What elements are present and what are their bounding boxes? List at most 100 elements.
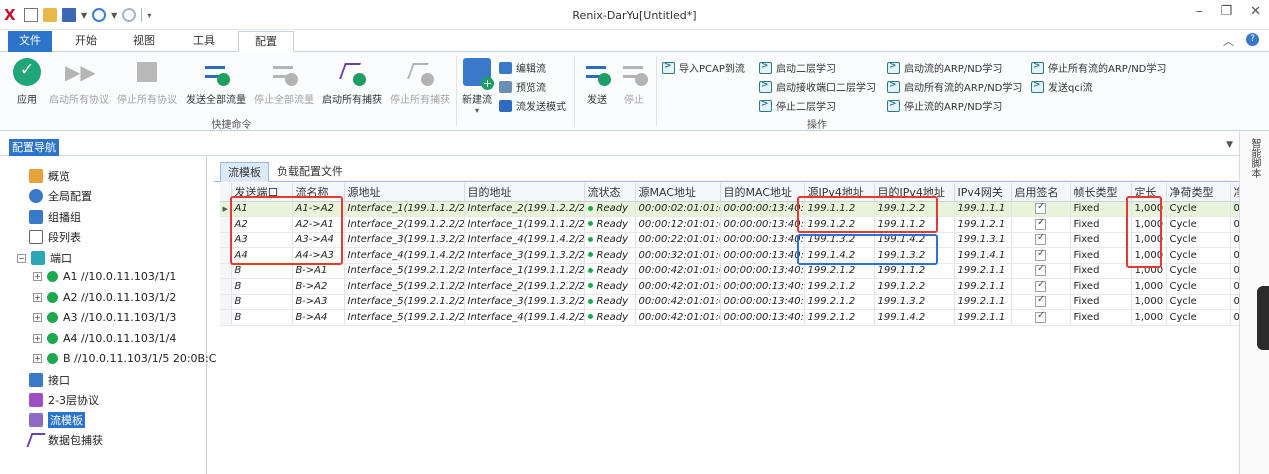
table-cell[interactable] <box>1011 294 1071 310</box>
table-cell[interactable]: Fixed <box>1070 232 1132 248</box>
table-cell[interactable]: Ready <box>584 309 636 326</box>
table-cell[interactable]: Interface_1(199.1.1.2/24) <box>344 201 465 217</box>
table-row[interactable]: B B->A3 Interface_5(199.2.1.2/24) Interface… <box>220 294 1239 310</box>
tab-load-profile[interactable]: 负载配置文件 <box>270 162 350 182</box>
table-cell[interactable] <box>1011 216 1071 233</box>
table-cell[interactable] <box>1011 309 1071 326</box>
table-cell[interactable]: 0 <box>1230 232 1239 248</box>
table-cell[interactable]: 199.2.1.2 <box>804 309 875 326</box>
column-header[interactable]: 源MAC地址 <box>635 183 721 202</box>
start-stream-arp-button[interactable]: 启动流的ARP/ND学习 <box>887 60 1002 75</box>
signature-checkbox[interactable] <box>1035 294 1046 307</box>
table-cell[interactable]: Fixed <box>1070 263 1132 279</box>
send-qci-button[interactable]: 发送qci流 <box>1031 79 1093 94</box>
tab-tools[interactable]: 工具 <box>180 31 228 52</box>
table-cell[interactable]: 0 <box>1230 247 1239 264</box>
stop-l2-learn-button[interactable]: 停止二层学习 <box>759 98 836 113</box>
table-cell[interactable]: 00:00:00:13:40:20 <box>720 201 805 217</box>
table-cell[interactable] <box>1011 263 1071 279</box>
send-all-traffic-button[interactable]: 发送全部流量 <box>183 58 249 106</box>
table-cell[interactable]: Fixed <box>1070 294 1132 310</box>
row-indicator[interactable] <box>220 278 232 295</box>
table-cell[interactable] <box>1011 201 1071 217</box>
table-cell[interactable]: Ready <box>584 294 636 310</box>
panel-handle[interactable] <box>1257 286 1269 350</box>
table-cell[interactable]: Fixed <box>1070 201 1132 217</box>
expand-toggle-icon[interactable]: + <box>33 293 42 302</box>
tab-start[interactable]: 开始 <box>62 31 110 52</box>
stop-all-traffic-button[interactable]: 停止全部流量 <box>251 58 317 106</box>
table-cell[interactable]: 0 <box>1230 263 1239 279</box>
stop-all-protocols-button[interactable]: 停止所有协议 <box>114 58 180 106</box>
table-cell[interactable]: Interface_4(199.1.4.2/24) <box>464 232 585 248</box>
stop-stream-arp-button[interactable]: 停止流的ARP/ND学习 <box>887 98 1002 113</box>
table-cell[interactable]: 0 <box>1230 201 1239 217</box>
table-cell[interactable]: 00:00:42:01:01:02 <box>635 263 721 279</box>
preview-stream-button[interactable]: 预览流 <box>499 79 546 94</box>
table-cell[interactable]: 00:00:00:13:40:20 <box>720 247 805 264</box>
table-cell[interactable]: 00:00:42:01:01:02 <box>635 294 721 310</box>
collapse-ribbon-icon[interactable]: ︿ <box>1223 33 1234 49</box>
table-cell[interactable]: B->A4 <box>292 309 345 326</box>
tab-stream-template[interactable]: 流模板 <box>220 162 269 182</box>
table-cell[interactable]: Cycle <box>1166 263 1231 279</box>
signature-checkbox[interactable] <box>1035 263 1046 276</box>
table-cell[interactable]: 0 <box>1230 216 1239 233</box>
table-cell[interactable]: 1,000 <box>1131 278 1167 295</box>
table-cell[interactable]: 00:00:00:13:40:20 <box>720 278 805 295</box>
import-pcap-button[interactable]: 导入PCAP到流 <box>662 60 745 75</box>
table-cell[interactable]: 199.1.4.2 <box>874 309 955 326</box>
signature-checkbox[interactable] <box>1035 279 1046 292</box>
nav-item-multicast[interactable]: 组播组 <box>29 209 81 225</box>
table-row[interactable]: A2 A2->A1 Interface_2(199.1.2.2/24) Interfa… <box>220 216 1239 233</box>
table-cell[interactable]: Interface_2(199.1.2.2/24) <box>344 216 465 233</box>
close-icon[interactable]: ✕ <box>1250 4 1261 19</box>
nav-item-global[interactable]: 全局配置 <box>29 188 92 204</box>
table-cell[interactable]: Interface_1(199.1.1.2/24) <box>464 263 585 279</box>
table-cell[interactable]: 00:00:00:13:40:20 <box>720 309 805 326</box>
nav-port-a4[interactable]: + A4 //10.0.11.103/1/4 <box>33 332 176 345</box>
table-cell[interactable]: 00:00:00:13:40:20 <box>720 263 805 279</box>
table-cell[interactable]: 00:00:12:01:01:02 <box>635 216 721 233</box>
table-cell[interactable]: Fixed <box>1070 247 1132 264</box>
send-mode-button[interactable]: 流发送模式 <box>499 98 566 113</box>
column-header[interactable]: 帧长类型 <box>1070 183 1132 202</box>
table-cell[interactable]: Ready <box>584 278 636 295</box>
table-cell[interactable]: 199.1.3.2 <box>874 294 955 310</box>
start-all-capture-button[interactable]: 启动所有捕获 <box>319 58 385 106</box>
nav-item-stream-template[interactable]: 流模板 <box>29 412 85 428</box>
signature-checkbox[interactable] <box>1035 201 1046 214</box>
table-cell[interactable]: B <box>231 263 293 279</box>
table-cell[interactable]: 199.2.1.1 <box>954 278 1012 295</box>
table-cell[interactable]: 199.2.1.1 <box>954 263 1012 279</box>
table-cell[interactable]: 00:00:00:13:40:20 <box>720 294 805 310</box>
nav-port-a2[interactable]: + A2 //10.0.11.103/1/2 <box>33 291 176 304</box>
table-cell[interactable]: B->A3 <box>292 294 345 310</box>
start-rx-l2-learn-button[interactable]: 启动接收端口二层学习 <box>759 79 876 94</box>
table-cell[interactable]: 00:00:22:01:01:02 <box>635 232 721 248</box>
table-cell[interactable]: Interface_2(199.1.2.2/24) <box>464 201 585 217</box>
start-l2-learn-button[interactable]: 启动二层学习 <box>759 60 836 75</box>
new-stream-button[interactable]: 新建流 ▾ <box>460 58 494 115</box>
nav-item-port[interactable]: − 端口 <box>17 250 72 266</box>
table-cell[interactable]: 199.2.1.1 <box>954 309 1012 326</box>
table-row[interactable]: A3 A3->A4 Interface_3(199.1.3.2/24) Interfa… <box>220 232 1239 248</box>
table-cell[interactable]: 199.1.4.1 <box>954 247 1012 264</box>
table-cell[interactable]: 199.1.2.2 <box>874 278 955 295</box>
table-cell[interactable]: 199.2.1.1 <box>954 294 1012 310</box>
restore-icon[interactable]: ❐ <box>1220 4 1232 19</box>
table-cell[interactable]: 1,000 <box>1131 309 1167 326</box>
table-cell[interactable]: Interface_1(199.1.1.2/24) <box>464 216 585 233</box>
expand-toggle-icon[interactable]: + <box>33 334 42 343</box>
table-cell[interactable]: 00:00:32:01:01:02 <box>635 247 721 264</box>
table-cell[interactable]: 199.2.1.2 <box>804 294 875 310</box>
table-cell[interactable]: Interface_5(199.2.1.2/24) <box>344 294 465 310</box>
column-header[interactable]: 流状态 <box>584 183 636 202</box>
column-header[interactable]: 净荷类型 <box>1166 183 1231 202</box>
expand-toggle-icon[interactable]: + <box>33 272 42 281</box>
table-row[interactable]: B B->A4 Interface_5(199.2.1.2/24) Interface… <box>220 309 1239 326</box>
table-cell[interactable]: Cycle <box>1166 201 1231 217</box>
signature-checkbox[interactable] <box>1035 310 1046 323</box>
nav-item-overview[interactable]: 概览 <box>29 168 70 184</box>
start-all-protocols-button[interactable]: ▶▶ 启动所有协议 <box>46 58 112 106</box>
